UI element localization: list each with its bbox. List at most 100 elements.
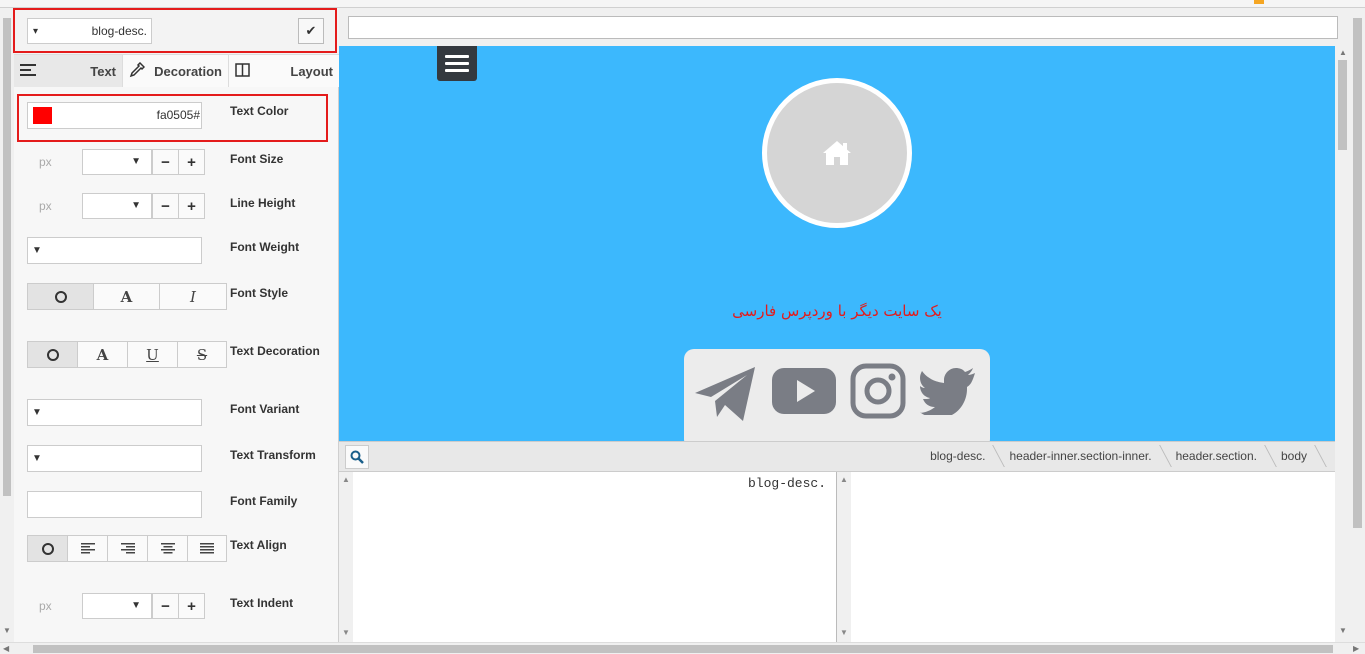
tab-text-label: Text	[90, 63, 116, 79]
chevron-down-icon: ▼	[32, 407, 42, 418]
selector-code-pane[interactable]: ▲ ▼ blog-desc.	[339, 472, 837, 642]
horizontal-scrollbar[interactable]: ◀ ▶	[0, 642, 1365, 654]
text-align-justify-button[interactable]	[188, 536, 226, 561]
text-align-none-button[interactable]	[28, 536, 68, 561]
code-gutter: ▲ ▼	[837, 472, 851, 642]
scroll-down-arrow-icon[interactable]: ▼	[342, 628, 350, 637]
font-weight-label: Font Weight	[230, 240, 300, 254]
page-scrollbar[interactable]	[1350, 8, 1365, 642]
text-decoration-strike-button[interactable]: S	[178, 342, 226, 367]
text-align-center-button[interactable]	[148, 536, 188, 561]
selector-code-text[interactable]: blog-desc.	[748, 476, 826, 491]
breadcrumb-item[interactable]: body	[1271, 442, 1321, 471]
text-decoration-underline-button[interactable]: U	[128, 342, 178, 367]
scroll-down-arrow-icon[interactable]: ▼	[3, 626, 11, 635]
text-decoration-normal-button[interactable]: A	[78, 342, 128, 367]
inspect-button[interactable]	[345, 445, 369, 469]
text-align-left-button[interactable]	[68, 536, 108, 561]
columns-icon	[235, 62, 250, 80]
text-decoration-buttons: A U S	[27, 341, 227, 368]
breadcrumb-item[interactable]: header-inner.section-inner.	[999, 442, 1165, 471]
breadcrumb-item[interactable]: blog-desc.	[920, 442, 999, 471]
line-height-increment-button[interactable]: +	[178, 193, 205, 219]
font-style-normal-button[interactable]: A	[94, 284, 160, 309]
scroll-down-arrow-icon[interactable]: ▼	[1339, 626, 1347, 635]
text-transform-select[interactable]: ▼	[27, 445, 202, 472]
circle-icon	[46, 348, 59, 361]
align-justify-icon	[200, 543, 214, 554]
align-center-icon	[160, 543, 175, 554]
telegram-icon[interactable]	[693, 359, 759, 425]
highlight-box-selector	[13, 8, 337, 53]
font-variant-select[interactable]: ▼	[27, 399, 202, 426]
breadcrumb: blog-desc. header-inner.section-inner. h…	[920, 442, 1321, 471]
property-tabs: Text Decoration Layout	[14, 55, 339, 87]
font-family-input[interactable]	[27, 491, 202, 518]
scroll-up-arrow-icon[interactable]: ▲	[342, 475, 350, 484]
tab-decoration[interactable]: Decoration	[123, 55, 229, 87]
home-icon	[823, 141, 851, 165]
scroll-left-arrow-icon[interactable]: ◀	[3, 644, 9, 653]
scroll-down-arrow-icon[interactable]: ▼	[840, 628, 848, 637]
menu-button[interactable]	[437, 46, 477, 81]
text-indent-dropdown[interactable]: ▼	[82, 593, 152, 619]
left-scrollbar[interactable]: ▼	[0, 8, 14, 642]
font-family-label: Font Family	[230, 494, 298, 508]
preview-scrollbar-thumb[interactable]	[1338, 60, 1347, 150]
page-scrollbar-thumb[interactable]	[1353, 18, 1362, 528]
line-height-dropdown[interactable]: ▼	[82, 193, 152, 219]
editor-window: ▼ ▾ blog-desc. ✔ Text Decoration Layout …	[0, 0, 1365, 654]
font-style-none-button[interactable]	[28, 284, 94, 309]
font-size-decrement-button[interactable]: −	[152, 149, 179, 175]
preview-scrollbar[interactable]: ▲ ▼	[1335, 46, 1350, 642]
font-size-increment-button[interactable]: +	[178, 149, 205, 175]
text-align-buttons	[27, 535, 227, 562]
line-height-decrement-button[interactable]: −	[152, 193, 179, 219]
social-icons-bar	[684, 349, 990, 441]
chevron-down-icon: ▼	[131, 600, 141, 611]
left-scrollbar-thumb[interactable]	[3, 18, 11, 496]
site-preview[interactable]: یک سایت دیگر با وردپرس فارسی	[339, 46, 1335, 441]
chevron-down-icon: ▼	[32, 245, 42, 256]
font-style-italic-button[interactable]: I	[160, 284, 226, 309]
line-height-label: Line Height	[230, 196, 296, 210]
font-style-buttons: A I	[27, 283, 227, 310]
top-strip	[0, 0, 1365, 8]
twitter-icon[interactable]	[920, 367, 976, 415]
text-align-right-button[interactable]	[108, 536, 148, 561]
code-gutter: ▲ ▼	[339, 472, 353, 642]
text-decoration-none-button[interactable]	[28, 342, 78, 367]
tab-decoration-label: Decoration	[154, 63, 222, 79]
youtube-icon[interactable]	[771, 367, 837, 415]
text-transform-label: Text Transform	[230, 448, 316, 462]
align-right-icon	[120, 543, 135, 554]
font-size-dropdown[interactable]: ▼	[82, 149, 152, 175]
menu-bar	[445, 55, 469, 58]
font-weight-select[interactable]: ▼	[27, 237, 202, 264]
top-marker	[1254, 0, 1264, 4]
font-size-label: Font Size	[230, 152, 284, 166]
text-align-label: Text Align	[230, 538, 287, 552]
text-indent-increment-button[interactable]: +	[178, 593, 205, 619]
breadcrumb-item[interactable]: header.section.	[1166, 442, 1271, 471]
selector-breadcrumb-bar: blog-desc. header-inner.section-inner. h…	[339, 441, 1335, 472]
site-logo-avatar[interactable]	[762, 78, 912, 228]
circle-icon	[54, 290, 67, 303]
scroll-right-arrow-icon[interactable]: ▶	[1353, 644, 1359, 653]
scroll-up-arrow-icon[interactable]: ▲	[1339, 48, 1347, 57]
menu-bar	[445, 62, 469, 65]
url-input[interactable]	[348, 16, 1338, 39]
text-indent-label: Text Indent	[230, 596, 294, 610]
tab-text[interactable]: Text	[14, 55, 123, 87]
blog-description[interactable]: یک سایت دیگر با وردپرس فارسی	[339, 302, 1335, 320]
instagram-icon[interactable]	[850, 363, 906, 419]
menu-bar	[445, 69, 469, 72]
horizontal-scrollbar-thumb[interactable]	[33, 645, 1333, 653]
tab-layout-label: Layout	[290, 63, 333, 79]
tab-layout[interactable]: Layout	[229, 55, 339, 87]
search-icon	[350, 450, 364, 464]
text-indent-decrement-button[interactable]: −	[152, 593, 179, 619]
css-code-pane[interactable]: ▲ ▼	[837, 472, 1335, 642]
line-height-unit: px	[39, 199, 52, 213]
scroll-up-arrow-icon[interactable]: ▲	[840, 475, 848, 484]
